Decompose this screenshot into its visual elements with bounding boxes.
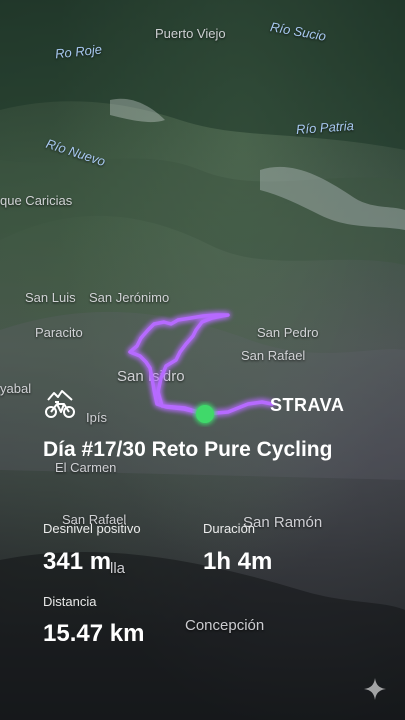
duration-value: 1h 4m [203, 548, 273, 575]
activity-share-screen: Puerto Viejo Río Sucio Ro Roje Río Patri… [0, 0, 405, 720]
activity-title: Día #17/30 Reto Pure Cycling [43, 438, 333, 461]
mountain-bike-icon [45, 390, 75, 418]
sparkle-icon[interactable] [363, 677, 387, 701]
route-path [128, 313, 274, 423]
elevation-value: 341 m [43, 548, 112, 575]
distance-label: Distancia [43, 594, 97, 609]
strava-logo: STRAVA [270, 395, 345, 415]
duration-label: Duración [203, 521, 256, 536]
start-marker [196, 405, 214, 423]
distance-value: 15.47 km [43, 620, 145, 647]
elevation-label: Desnivel positivo [43, 521, 141, 536]
